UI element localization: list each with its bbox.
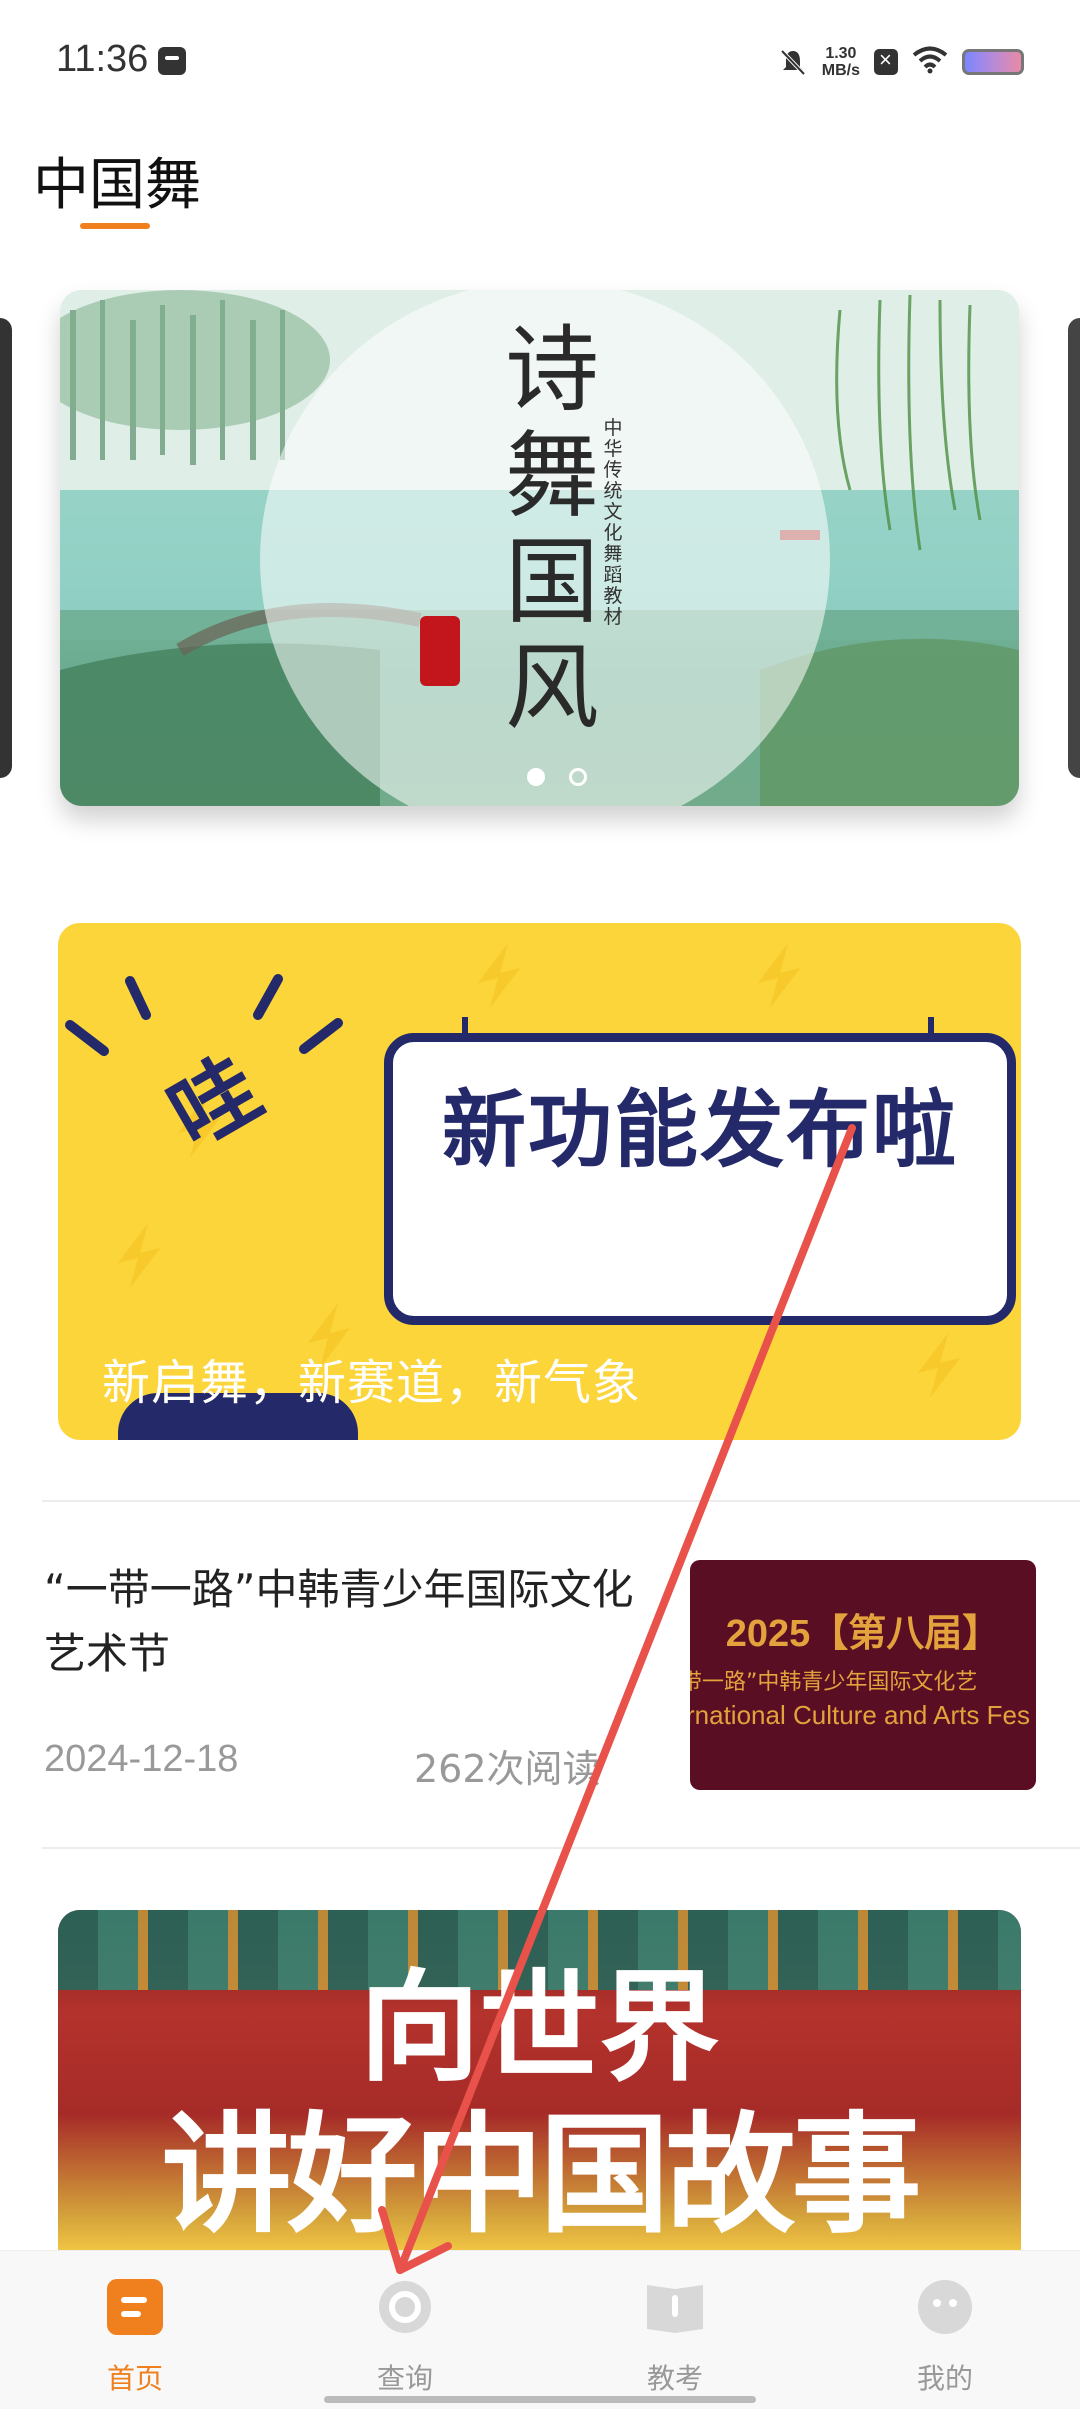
story-banner-line2: 讲好中国故事 <box>161 2098 921 2250</box>
net-speed-value: 1.30 <box>825 45 857 62</box>
thumb-english-line: rnational Culture and Arts Fes <box>690 1700 1030 1730</box>
news-date: 2024-12-18 <box>44 1738 239 1780</box>
gesture-home-handle[interactable] <box>324 2396 756 2403</box>
search-icon <box>377 2279 433 2335</box>
battery-icon <box>962 49 1024 75</box>
nav-label-search: 查询 <box>376 2362 433 2395</box>
news-title[interactable]: “一带一路”中韩青少年国际文化艺术节 <box>44 1558 644 1686</box>
wifi-icon <box>912 46 948 78</box>
story-banner-card[interactable]: 向世界 讲好中国故事 <box>58 1910 1021 2250</box>
banner-subtitle: 中华传统文化舞蹈教材 <box>603 417 623 628</box>
thumb-subline: 带一路”中韩青少年国际文化艺 <box>690 1670 978 1695</box>
status-bar: 11:36 1.30 MB/s <box>0 0 1080 125</box>
carousel-banner[interactable]: 诗舞国风 中华传统文化舞蹈教材 <box>60 290 1019 806</box>
mute-bell-icon <box>778 47 808 77</box>
banner-title: 诗舞国风 <box>504 316 599 743</box>
profile-icon <box>917 2279 973 2335</box>
news-thumbnail[interactable]: 2025【第八届】 带一路”中韩青少年国际文化艺 rnational Cultu… <box>690 1560 1036 1790</box>
nav-item-search[interactable]: 查询 <box>270 2251 540 2409</box>
nav-item-home[interactable]: 首页 <box>0 2251 270 2409</box>
divider <box>42 1847 1080 1849</box>
new-feature-promo-card[interactable]: 哇 新功能发布啦 新启舞，新赛道，新气象 <box>58 923 1021 1440</box>
promo-headline: 新功能发布啦 <box>441 1081 958 1179</box>
bottom-nav: 首页 查询 教考 我的 <box>0 2250 1080 2409</box>
promo-caption: 新启舞，新赛道，新气象 <box>102 1355 642 1411</box>
carousel-dot[interactable] <box>568 768 587 786</box>
nav-label-home: 首页 <box>106 2362 163 2395</box>
status-icons: 1.30 MB/s <box>778 42 1024 82</box>
x-box-icon <box>874 47 898 75</box>
seal-stamp <box>420 616 460 686</box>
page-title[interactable]: 中国舞 <box>33 140 201 221</box>
carousel-prev-peek[interactable] <box>0 318 12 778</box>
net-speed-unit: MB/s <box>821 62 860 79</box>
title-underline <box>80 223 150 229</box>
nav-item-exam[interactable]: 教考 <box>540 2251 810 2409</box>
status-time: 11:36 <box>56 38 149 80</box>
message-icon <box>158 47 186 75</box>
thumb-headline: 2025【第八届】 <box>725 1613 1001 1655</box>
book-icon <box>647 2279 703 2335</box>
net-speed: 1.30 MB/s <box>822 45 860 79</box>
carousel-next-peek[interactable] <box>1068 318 1080 778</box>
news-views: 262次阅读 <box>414 1747 601 1791</box>
nav-label-profile: 我的 <box>916 2362 973 2395</box>
nav-label-exam: 教考 <box>646 2362 703 2395</box>
carousel-dot-active[interactable] <box>526 768 545 786</box>
carousel-dots <box>60 768 1019 786</box>
nav-item-profile[interactable]: 我的 <box>810 2251 1080 2409</box>
home-icon <box>107 2279 163 2335</box>
divider <box>42 1500 1080 1502</box>
